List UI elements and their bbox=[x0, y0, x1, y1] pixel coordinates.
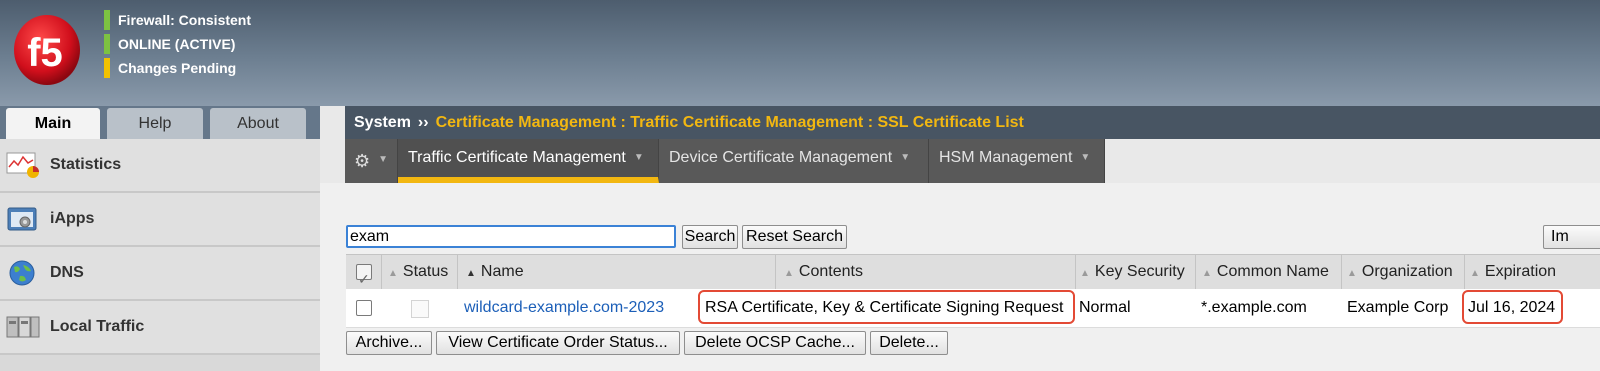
main-tabs: Main Help About bbox=[0, 106, 320, 139]
status-indicator bbox=[104, 10, 110, 30]
submenu-bar: ⚙ ▼ Traffic Certificate Management ▼ Devi… bbox=[345, 139, 1105, 183]
chevron-down-icon: ▼ bbox=[633, 152, 644, 163]
column-contents[interactable]: ▲ Contents bbox=[776, 255, 1076, 289]
menu-traffic-certificate-management[interactable]: Traffic Certificate Management ▼ bbox=[398, 139, 659, 183]
breadcrumb: System ›› Certificate Management : Traff… bbox=[345, 106, 1600, 139]
breadcrumb-path[interactable]: Certificate Management : Traffic Certifi… bbox=[436, 114, 1024, 132]
status-indicator bbox=[104, 34, 110, 54]
archive-button[interactable]: Archive... bbox=[346, 331, 432, 355]
select-all-cell bbox=[346, 255, 382, 296]
sort-icon: ▲ bbox=[1470, 268, 1480, 279]
expiration-highlight bbox=[1462, 290, 1563, 324]
table-header: ▲︎ Status ▲ Name ▲ Contents ▲ Key Security ▲… bbox=[346, 254, 1600, 296]
breadcrumb-separator: ›› bbox=[417, 113, 429, 131]
dns-globe-icon bbox=[6, 259, 40, 287]
svg-text:f5: f5 bbox=[27, 31, 63, 75]
online-status: ONLINE (ACTIVE) bbox=[104, 32, 251, 56]
status-text: Firewall: Consistent bbox=[118, 12, 252, 28]
menu-hsm-management[interactable]: HSM Management ▼ bbox=[929, 139, 1105, 183]
sidebar-item-dns[interactable]: DNS bbox=[0, 247, 320, 301]
search-button[interactable]: Search bbox=[682, 225, 738, 249]
column-label: Name bbox=[480, 263, 524, 280]
column-expiration[interactable]: ▲ Expiration bbox=[1465, 255, 1600, 289]
column-label: Expiration bbox=[1484, 263, 1557, 280]
sort-icon: ▲ bbox=[1202, 268, 1212, 279]
gear-menu-button[interactable]: ⚙ ▼ bbox=[345, 139, 398, 183]
sidebar-item-label: Statistics bbox=[50, 156, 122, 173]
column-label: Contents bbox=[798, 263, 863, 280]
sidebar-item-label: iApps bbox=[50, 210, 95, 227]
search-input[interactable] bbox=[346, 225, 676, 248]
sidebar-item-local-traffic[interactable]: Local Traffic bbox=[0, 301, 320, 355]
tab-help[interactable]: Help bbox=[107, 108, 203, 139]
gear-icon: ⚙ bbox=[353, 150, 371, 171]
top-banner: f5 Firewall: Consistent ONLINE (ACTIVE) … bbox=[0, 0, 1600, 106]
sidebar-item-label: Local Traffic bbox=[50, 318, 145, 335]
column-label: Status bbox=[402, 263, 449, 280]
menu-device-certificate-management[interactable]: Device Certificate Management ▼ bbox=[659, 139, 929, 183]
select-all-checkbox[interactable] bbox=[356, 262, 372, 296]
delete-button[interactable]: Delete... bbox=[870, 331, 948, 355]
column-label: Organization bbox=[1361, 263, 1453, 280]
chevron-down-icon: ▼ bbox=[900, 152, 911, 163]
status-indicator bbox=[104, 58, 110, 78]
breadcrumb-system[interactable]: System bbox=[354, 114, 411, 132]
menu-label: HSM Management bbox=[939, 149, 1073, 166]
sidebar-item-label: DNS bbox=[50, 264, 84, 281]
sort-ascending-icon: ▲ bbox=[466, 268, 476, 279]
column-label: Key Security bbox=[1094, 263, 1185, 280]
contents-highlight bbox=[698, 290, 1075, 324]
status-text[interactable]: Changes Pending bbox=[118, 60, 236, 76]
column-organization[interactable]: ▲ Organization bbox=[1342, 255, 1465, 289]
sort-icon: ▲ bbox=[784, 268, 794, 279]
local-traffic-icon bbox=[6, 313, 40, 341]
sidebar-item-statistics[interactable]: Statistics bbox=[0, 139, 320, 193]
column-status[interactable]: ▲︎ Status bbox=[382, 255, 458, 289]
certificate-name-link[interactable]: wildcard-example.com-2023 bbox=[464, 289, 664, 327]
status-text: ONLINE (ACTIVE) bbox=[118, 36, 236, 52]
f5-logo: f5 bbox=[14, 15, 80, 85]
common-name-cell: *.example.com bbox=[1201, 299, 1307, 316]
column-label: Common Name bbox=[1216, 263, 1329, 280]
iapps-icon bbox=[6, 205, 40, 233]
view-certificate-order-status-button[interactable]: View Certificate Order Status... bbox=[436, 331, 680, 355]
key-security-cell: Normal bbox=[1079, 299, 1131, 316]
sort-icon: ▲︎ bbox=[388, 268, 398, 279]
row-checkbox[interactable] bbox=[356, 300, 372, 316]
column-name[interactable]: ▲ Name bbox=[458, 255, 776, 289]
changes-status[interactable]: Changes Pending bbox=[104, 56, 251, 80]
system-status-list: Firewall: Consistent ONLINE (ACTIVE) Cha… bbox=[104, 8, 251, 80]
sort-icon: ▲ bbox=[1080, 268, 1090, 279]
sort-icon: ▲ bbox=[1347, 268, 1357, 279]
menu-label: Device Certificate Management bbox=[669, 149, 893, 166]
sidebar: Statistics iApps DNS Local Traffic bbox=[0, 139, 320, 371]
tab-main[interactable]: Main bbox=[6, 108, 100, 139]
reset-search-button[interactable]: Reset Search bbox=[742, 225, 847, 249]
status-indicator-icon bbox=[411, 300, 429, 318]
column-common-name[interactable]: ▲ Common Name bbox=[1196, 255, 1342, 289]
firewall-status: Firewall: Consistent bbox=[104, 8, 251, 32]
delete-ocsp-cache-button[interactable]: Delete OCSP Cache... bbox=[684, 331, 866, 355]
chevron-down-icon: ▼ bbox=[378, 153, 389, 165]
sidebar-item-iapps[interactable]: iApps bbox=[0, 193, 320, 247]
tab-about[interactable]: About bbox=[210, 108, 306, 139]
organization-cell: Example Corp bbox=[1347, 299, 1449, 316]
statistics-icon bbox=[6, 151, 40, 179]
menu-label: Traffic Certificate Management bbox=[408, 149, 626, 166]
chevron-down-icon: ▼ bbox=[1080, 152, 1091, 163]
column-key-security[interactable]: ▲ Key Security bbox=[1076, 255, 1196, 289]
import-button[interactable]: Im bbox=[1543, 225, 1600, 249]
